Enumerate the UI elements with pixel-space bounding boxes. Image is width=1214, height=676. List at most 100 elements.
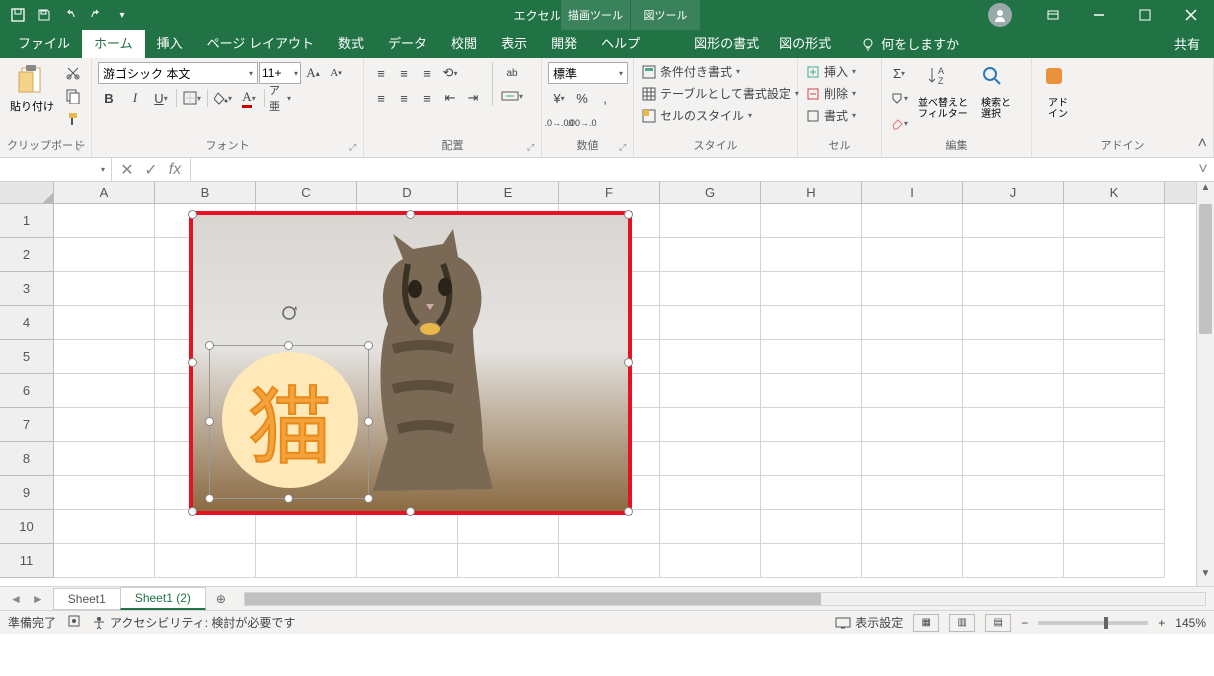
addin-button[interactable]: アド イン <box>1038 62 1078 122</box>
copy-button[interactable] <box>62 85 84 107</box>
minimize-button[interactable] <box>1076 0 1122 30</box>
share-button[interactable]: 共有 <box>1160 29 1214 58</box>
cell[interactable] <box>963 238 1064 272</box>
name-box[interactable]: ▾ <box>0 158 112 181</box>
cell[interactable] <box>155 544 256 578</box>
cell[interactable] <box>963 340 1064 374</box>
cell[interactable] <box>862 510 963 544</box>
format-cells-button[interactable]: 書式 ▾ <box>804 106 858 125</box>
formula-input[interactable] <box>191 158 1192 181</box>
cell[interactable] <box>963 204 1064 238</box>
cell[interactable] <box>54 510 155 544</box>
align-middle-button[interactable]: ≡ <box>393 62 415 84</box>
cell[interactable] <box>761 442 862 476</box>
col-header[interactable]: H <box>761 182 862 203</box>
scroll-thumb[interactable] <box>1199 204 1212 334</box>
cell[interactable] <box>761 374 862 408</box>
cell[interactable] <box>54 340 155 374</box>
collapse-ribbon-button[interactable]: ˄ <box>1198 135 1207 153</box>
cell[interactable] <box>660 476 761 510</box>
cut-button[interactable] <box>62 62 84 84</box>
fill-color-button[interactable]: ▾ <box>212 87 234 109</box>
row-header[interactable]: 4 <box>0 306 54 340</box>
cell[interactable] <box>54 442 155 476</box>
cell[interactable] <box>862 544 963 578</box>
row-header[interactable]: 9 <box>0 476 54 510</box>
user-avatar[interactable] <box>988 3 1012 27</box>
cell[interactable] <box>761 544 862 578</box>
tab-data[interactable]: データ <box>376 28 439 58</box>
cell[interactable] <box>660 510 761 544</box>
cell[interactable] <box>862 408 963 442</box>
cell[interactable] <box>963 374 1064 408</box>
align-bottom-button[interactable]: ≡ <box>416 62 438 84</box>
cell[interactable] <box>54 238 155 272</box>
cell[interactable] <box>761 408 862 442</box>
comma-button[interactable]: , <box>594 87 616 109</box>
cell[interactable] <box>54 544 155 578</box>
page-break-view-button[interactable]: ▤ <box>985 614 1011 632</box>
alignment-launcher[interactable]: ⤢ <box>527 142 539 154</box>
align-left-button[interactable]: ≡ <box>370 87 392 109</box>
cell[interactable] <box>862 238 963 272</box>
font-size-combo[interactable]: 11+▾ <box>259 62 301 84</box>
cell[interactable] <box>660 204 761 238</box>
expand-formula-button[interactable]: ˅ <box>1192 158 1214 181</box>
row-header[interactable]: 10 <box>0 510 54 544</box>
cell[interactable] <box>54 306 155 340</box>
rotate-handle[interactable] <box>280 304 298 327</box>
cell[interactable] <box>660 374 761 408</box>
worksheet-grid[interactable]: A B C D E F G H I J K 1234567891011 <box>0 182 1214 586</box>
zoom-out-button[interactable]: − <box>1021 616 1028 630</box>
col-header[interactable]: D <box>357 182 458 203</box>
cell[interactable] <box>1064 442 1165 476</box>
tab-file[interactable]: ファイル <box>6 28 82 58</box>
font-color-button[interactable]: A▾ <box>238 87 260 109</box>
decrease-decimal-button[interactable]: .00→.0 <box>571 112 593 134</box>
undo-button[interactable] <box>58 3 82 27</box>
redo-button[interactable] <box>84 3 108 27</box>
tab-home[interactable]: ホーム <box>82 28 145 58</box>
cell[interactable] <box>761 272 862 306</box>
tab-page-layout[interactable]: ページ レイアウト <box>195 28 326 58</box>
cell[interactable] <box>862 442 963 476</box>
tab-shape-format[interactable]: 図形の書式 <box>684 28 769 58</box>
underline-button[interactable]: U▾ <box>150 87 172 109</box>
close-button[interactable] <box>1168 0 1214 30</box>
cell[interactable] <box>862 374 963 408</box>
col-header[interactable]: C <box>256 182 357 203</box>
cell[interactable] <box>54 408 155 442</box>
ribbon-options-button[interactable] <box>1030 0 1076 30</box>
cell[interactable] <box>660 442 761 476</box>
percent-button[interactable]: % <box>571 87 593 109</box>
cell[interactable] <box>963 306 1064 340</box>
cell[interactable] <box>660 272 761 306</box>
maximize-button[interactable] <box>1122 0 1168 30</box>
row-header[interactable]: 5 <box>0 340 54 374</box>
align-top-button[interactable]: ≡ <box>370 62 392 84</box>
sheet-tab[interactable]: Sheet1 (2) <box>120 587 206 610</box>
cell[interactable] <box>963 544 1064 578</box>
cell[interactable] <box>256 510 357 544</box>
clear-button[interactable]: ▾ <box>888 112 910 134</box>
row-header[interactable]: 3 <box>0 272 54 306</box>
cell[interactable] <box>559 544 660 578</box>
tab-view[interactable]: 表示 <box>489 28 539 58</box>
cell[interactable] <box>559 510 660 544</box>
italic-button[interactable]: I <box>124 87 146 109</box>
cell[interactable] <box>1064 238 1165 272</box>
cell[interactable] <box>660 544 761 578</box>
cell[interactable] <box>963 272 1064 306</box>
col-header[interactable]: G <box>660 182 761 203</box>
tab-insert[interactable]: 挿入 <box>145 28 195 58</box>
insert-cells-button[interactable]: 挿入 ▾ <box>804 62 858 81</box>
number-format-combo[interactable]: 標準▾ <box>548 62 628 84</box>
align-right-button[interactable]: ≡ <box>416 87 438 109</box>
col-header[interactable]: I <box>862 182 963 203</box>
cell[interactable] <box>862 306 963 340</box>
horizontal-scrollbar[interactable] <box>244 592 1206 606</box>
cell-styles-button[interactable]: セルのスタイル ▾ <box>640 106 801 125</box>
col-header[interactable]: F <box>559 182 660 203</box>
cell[interactable] <box>458 510 559 544</box>
autosave-toggle[interactable] <box>6 3 30 27</box>
